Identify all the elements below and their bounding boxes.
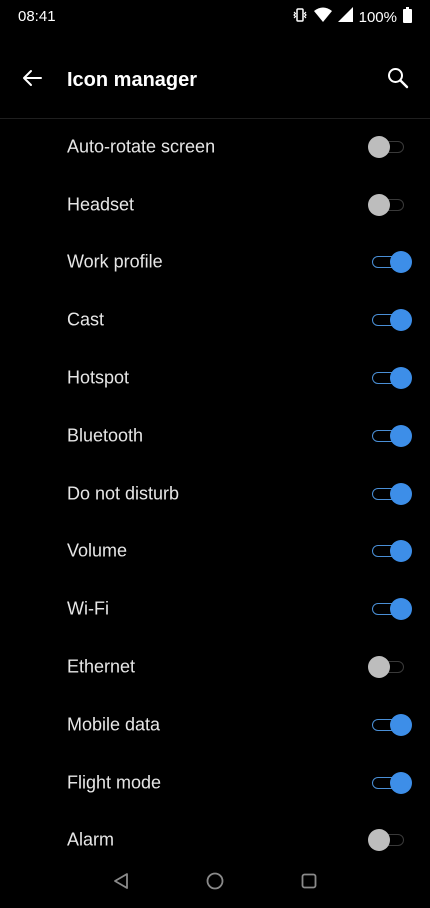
setting-toggle[interactable] [368,713,412,737]
setting-toggle[interactable] [368,828,412,852]
page-title: Icon manager [67,69,198,91]
nav-back-icon [112,872,130,895]
setting-label: Flight mode [67,772,162,793]
vibrate-icon [292,7,308,28]
setting-toggle[interactable] [368,597,412,621]
nav-home-icon [205,871,225,896]
search-button[interactable] [380,62,416,98]
setting-label: Alarm [67,829,115,850]
setting-row[interactable]: Cast [0,291,430,349]
setting-label: Ethernet [67,656,136,677]
nav-recents-icon [300,872,318,895]
signal-icon [337,7,353,27]
setting-row[interactable]: Wi-Fi [0,580,430,638]
setting-toggle[interactable] [368,366,412,390]
setting-label: Bluetooth [67,425,144,446]
battery-percentage: 100% [358,8,397,26]
setting-row[interactable]: Bluetooth [0,407,430,465]
setting-label: Mobile data [67,714,161,735]
setting-label: Volume [67,540,128,561]
setting-toggle[interactable] [368,135,412,159]
setting-toggle[interactable] [368,308,412,332]
setting-row[interactable]: Work profile [0,234,430,292]
setting-row[interactable]: Do not disturb [0,465,430,523]
setting-label: Hotspot [67,367,130,388]
back-button[interactable] [14,62,50,98]
setting-row[interactable]: Hotspot [0,349,430,407]
setting-toggle[interactable] [368,250,412,274]
nav-back-button[interactable] [108,870,134,896]
setting-toggle[interactable] [368,539,412,563]
setting-label: Work profile [67,251,163,272]
setting-row[interactable]: Headset [0,176,430,234]
setting-toggle[interactable] [368,771,412,795]
setting-toggle[interactable] [368,655,412,679]
setting-label: Headset [67,194,135,215]
setting-label: Cast [67,309,105,330]
setting-label: Wi-Fi [67,598,109,619]
app-bar: Icon manager [0,34,430,119]
navigation-bar [0,858,430,908]
battery-icon [403,6,412,28]
status-time: 08:41 [18,8,56,25]
setting-toggle[interactable] [368,482,412,506]
status-bar: 08:41 100% [0,0,430,34]
nav-home-button[interactable] [202,870,228,896]
setting-label: Do not disturb [67,483,180,504]
setting-row[interactable]: Mobile data [0,696,430,754]
nav-recents-button[interactable] [296,870,322,896]
status-icons: 100% [292,6,412,28]
wifi-icon [313,7,332,28]
setting-label: Auto-rotate screen [67,136,216,157]
back-arrow-icon [20,66,44,95]
setting-row[interactable]: Auto-rotate screen [0,118,430,176]
setting-row[interactable]: Ethernet [0,638,430,696]
setting-row[interactable]: Flight mode [0,754,430,812]
setting-toggle[interactable] [368,424,412,448]
setting-toggle[interactable] [368,193,412,217]
settings-list: Auto-rotate screen Headset Work profile … [0,118,430,869]
setting-row[interactable]: Volume [0,523,430,581]
search-icon [386,66,410,95]
